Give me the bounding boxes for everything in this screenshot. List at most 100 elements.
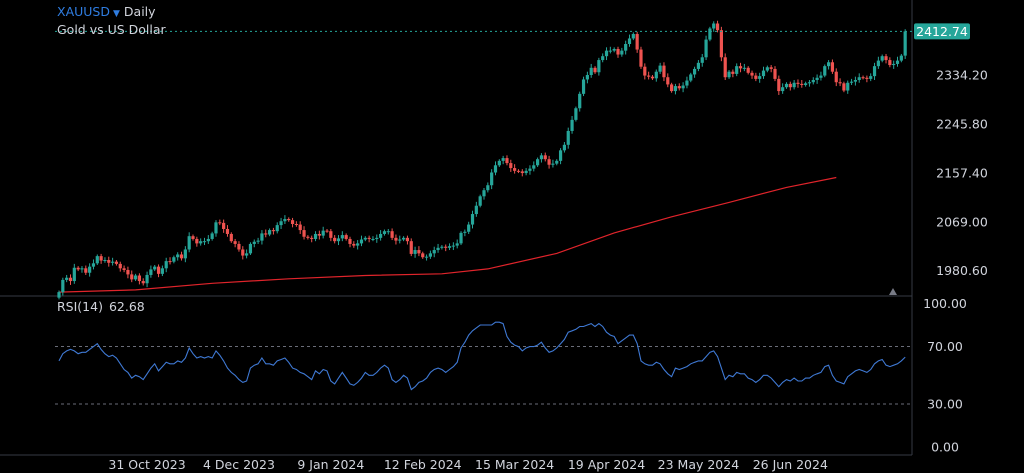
candle-body — [723, 57, 727, 78]
candle-body — [719, 30, 723, 58]
candle — [570, 116, 574, 134]
candle-body — [566, 130, 570, 145]
candle-body — [539, 155, 544, 160]
candle — [141, 278, 145, 286]
rsi-tick-label: 70.00 — [927, 339, 963, 354]
candle — [723, 53, 727, 80]
candle-body — [880, 56, 884, 61]
candle-body — [455, 243, 459, 246]
scroll-to-latest-icon — [889, 288, 897, 295]
price-chart[interactable]: 2334.20 2245.80 2157.40 2069.00 1980.60 2412.… — [0, 0, 1024, 473]
candle — [145, 271, 149, 288]
candle-body — [765, 67, 769, 71]
chevron-down-icon[interactable]: ▼ — [113, 9, 120, 19]
candle — [248, 242, 253, 256]
candle — [872, 62, 877, 80]
candle — [352, 241, 356, 248]
candle-body — [340, 235, 344, 239]
rsi-value: 62.68 — [108, 299, 145, 314]
candle-body — [279, 221, 283, 226]
candle-body — [229, 233, 233, 242]
candle — [830, 59, 835, 74]
candle — [371, 236, 375, 242]
candle — [424, 254, 429, 261]
candle-body — [156, 266, 161, 274]
candle — [758, 72, 762, 83]
candle-body — [727, 71, 731, 78]
candle — [857, 73, 861, 83]
candle — [356, 240, 360, 250]
candle — [359, 235, 364, 247]
candle — [122, 265, 126, 273]
candle-body — [543, 155, 547, 160]
candle-body — [149, 269, 153, 275]
candle-body — [635, 34, 639, 50]
candle — [463, 229, 467, 237]
timeframe-label[interactable]: Daily — [124, 4, 156, 19]
candle-body — [65, 277, 69, 280]
time-tick-label: 15 Mar 2024 — [475, 457, 554, 472]
candle-body — [884, 56, 888, 61]
candle — [214, 220, 218, 237]
candle-body — [807, 82, 812, 84]
candle-body — [352, 243, 356, 246]
candle — [260, 230, 264, 245]
candle — [719, 26, 723, 62]
candle-body — [264, 233, 268, 235]
candle — [256, 237, 260, 244]
candle-body — [872, 66, 877, 77]
candle-body — [781, 87, 785, 92]
candle — [459, 231, 463, 246]
candle-body — [516, 170, 521, 172]
candle — [738, 62, 743, 73]
candle — [432, 246, 436, 258]
candle-body — [179, 254, 184, 259]
candle — [206, 235, 210, 244]
candle-body — [815, 77, 819, 80]
candle — [237, 241, 241, 252]
candle-body — [325, 230, 329, 232]
candle-body — [260, 233, 264, 241]
candle-body — [271, 230, 276, 232]
candle-body — [275, 225, 279, 232]
candle — [275, 222, 279, 234]
candle — [405, 235, 410, 245]
candle — [436, 243, 440, 253]
symbol-label[interactable]: XAUUSD — [57, 4, 110, 19]
candle-body — [758, 76, 762, 79]
candle-body — [405, 237, 410, 242]
candle — [631, 32, 635, 41]
candle-body — [118, 263, 122, 269]
candle — [149, 265, 153, 278]
candle-body — [692, 68, 697, 75]
candle — [620, 47, 624, 57]
candle-body — [578, 93, 582, 109]
candle — [639, 46, 643, 69]
candle — [225, 225, 230, 237]
candle-body — [401, 237, 406, 240]
candle-body — [647, 75, 651, 77]
candle-body — [233, 241, 237, 244]
candle — [325, 228, 329, 233]
candle-body — [413, 250, 417, 254]
candle — [447, 243, 452, 251]
candle-body — [819, 75, 823, 78]
candle — [91, 259, 96, 270]
candle-body — [536, 159, 540, 166]
candle — [202, 237, 207, 246]
candle — [750, 70, 754, 79]
candle — [417, 246, 421, 257]
candle-body — [283, 219, 287, 222]
candle-body — [593, 67, 597, 73]
candle — [635, 31, 639, 53]
candle — [267, 228, 272, 237]
candle-body — [761, 70, 766, 77]
candle — [712, 21, 716, 32]
candle — [478, 194, 482, 208]
candle — [819, 71, 823, 81]
candle — [279, 217, 283, 229]
candle-body — [892, 63, 896, 66]
candle-body — [417, 250, 421, 254]
candle — [156, 264, 161, 278]
time-tick-label: 4 Dec 2023 — [203, 457, 275, 472]
